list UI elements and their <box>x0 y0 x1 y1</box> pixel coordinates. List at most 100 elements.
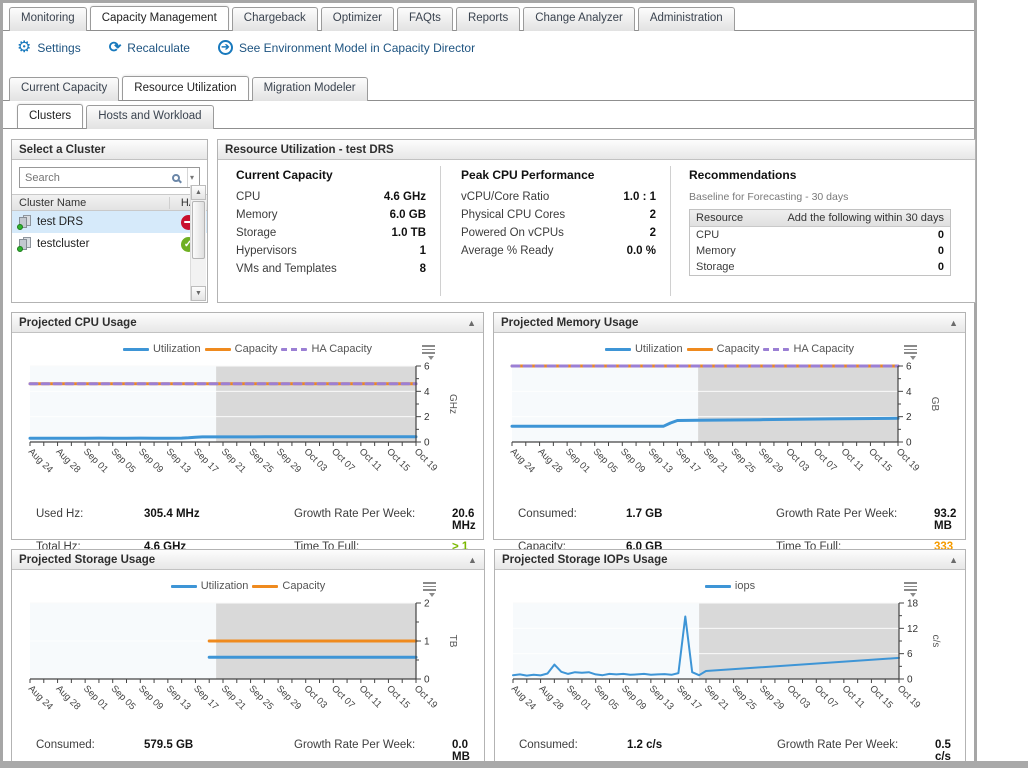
stat-label: Growth Rate Per Week: <box>294 508 452 532</box>
projected-storage-usage-panel: Projected Storage Usage▲ UtilizationCapa… <box>11 549 485 767</box>
chart-canvas: 0246GHzAug 24Aug 28Sep 01Sep 05Sep 09Sep… <box>16 358 482 504</box>
stat-label: Consumed: <box>519 739 627 763</box>
chart-options-icon[interactable] <box>904 582 917 597</box>
svg-text:Oct 11: Oct 11 <box>840 683 867 710</box>
chart-options-icon[interactable] <box>423 582 436 597</box>
legend-swatch <box>763 348 789 351</box>
stat-value: 579.5 GB <box>144 739 294 763</box>
scroll-down-button[interactable]: ▼ <box>191 286 206 301</box>
capacity-subtab-bar: Current Capacity Resource Utilization Mi… <box>3 73 974 101</box>
tab-administration[interactable]: Administration <box>638 7 735 31</box>
stat-value: 20.6 MHz <box>452 508 483 532</box>
recalculate-button[interactable]: ⟳ Recalculate <box>109 41 190 55</box>
tab-clusters[interactable]: Clusters <box>17 104 83 128</box>
svg-text:Aug 24: Aug 24 <box>508 446 537 475</box>
legend-label: iops <box>735 580 755 592</box>
stat-label: Consumed: <box>518 508 626 532</box>
svg-text:Sep 09: Sep 09 <box>136 683 165 712</box>
resource-utilization-panel: Resource Utilization - test DRS Current … <box>217 139 976 303</box>
svg-text:Oct 19: Oct 19 <box>412 683 440 711</box>
collapse-icon[interactable]: ▲ <box>467 318 476 328</box>
chart-options-icon[interactable] <box>422 345 435 360</box>
cluster-icon <box>17 215 32 230</box>
svg-text:Oct 11: Oct 11 <box>357 446 384 473</box>
search-input[interactable] <box>20 172 172 184</box>
svg-text:Oct 15: Oct 15 <box>384 683 412 711</box>
tab-hosts-and-workload[interactable]: Hosts and Workload <box>86 105 213 129</box>
tab-migration-modeler[interactable]: Migration Modeler <box>252 77 368 101</box>
legend-label: Capacity <box>717 343 760 355</box>
tab-resource-utilization[interactable]: Resource Utilization <box>122 76 248 100</box>
legend-label: Utilization <box>635 343 683 355</box>
svg-text:Sep 25: Sep 25 <box>246 446 275 475</box>
svg-text:Sep 13: Sep 13 <box>647 683 676 712</box>
svg-text:Oct 03: Oct 03 <box>784 446 812 474</box>
scrollbar-thumb[interactable] <box>192 201 205 259</box>
svg-text:2: 2 <box>424 599 430 610</box>
legend-item: iops <box>705 580 755 592</box>
svg-text:Sep 25: Sep 25 <box>246 683 275 712</box>
collapse-icon[interactable]: ▲ <box>949 555 958 565</box>
cluster-row-test-drs[interactable]: test DRS <box>12 211 207 233</box>
stat-value: 305.4 MHz <box>144 508 294 532</box>
legend-label: HA Capacity <box>311 343 372 355</box>
svg-text:Oct 03: Oct 03 <box>302 683 330 711</box>
svg-text:Sep 29: Sep 29 <box>757 683 786 712</box>
tab-optimizer[interactable]: Optimizer <box>321 7 394 31</box>
tab-reports[interactable]: Reports <box>456 7 520 31</box>
svg-text:0: 0 <box>424 675 430 686</box>
svg-text:Sep 17: Sep 17 <box>191 446 220 475</box>
legend-item: Capacity <box>252 580 325 592</box>
svg-text:Sep 01: Sep 01 <box>564 683 593 712</box>
environment-model-label: See Environment Model in Capacity Direct… <box>239 41 475 55</box>
chart-options-icon[interactable] <box>904 345 917 360</box>
app-window: Monitoring Capacity Management Chargebac… <box>0 0 977 761</box>
svg-text:Oct 03: Oct 03 <box>302 446 330 474</box>
svg-text:Sep 13: Sep 13 <box>646 446 675 475</box>
summary-row: Select a Cluster ▾ Cluster Name HA <box>11 139 966 303</box>
svg-text:Aug 28: Aug 28 <box>535 446 564 475</box>
search-icon <box>172 174 180 182</box>
collapse-icon[interactable]: ▲ <box>468 555 477 565</box>
chart-row-2: Projected Storage Usage▲ UtilizationCapa… <box>11 549 966 767</box>
scroll-up-button[interactable]: ▲ <box>191 185 206 200</box>
refresh-icon: ⟳ <box>109 41 122 55</box>
chart-legend: UtilizationCapacityHA Capacity <box>12 342 483 356</box>
svg-text:Sep 09: Sep 09 <box>619 683 648 712</box>
svg-text:Oct 11: Oct 11 <box>357 683 384 710</box>
select-cluster-panel: Select a Cluster ▾ Cluster Name HA <box>11 139 208 303</box>
select-cluster-header: Select a Cluster <box>12 140 207 160</box>
svg-text:Oct 03: Oct 03 <box>785 683 813 711</box>
current-capacity-section: Current Capacity CPU4.6 GHz Memory6.0 GB… <box>228 166 440 296</box>
recommendations-section: Recommendations Baseline for Forecasting… <box>670 166 965 296</box>
svg-text:Sep 13: Sep 13 <box>164 446 193 475</box>
environment-model-link[interactable]: ➔ See Environment Model in Capacity Dire… <box>218 40 475 55</box>
svg-text:Oct 19: Oct 19 <box>412 446 440 474</box>
legend-swatch <box>252 585 278 588</box>
svg-text:0: 0 <box>424 438 430 449</box>
tab-change-analyzer[interactable]: Change Analyzer <box>523 7 635 31</box>
tab-capacity-management[interactable]: Capacity Management <box>90 6 229 30</box>
tab-faqts[interactable]: FAQts <box>397 7 453 31</box>
collapse-icon[interactable]: ▲ <box>949 318 958 328</box>
chart-legend: iops <box>495 579 965 593</box>
svg-text:Sep 29: Sep 29 <box>756 446 785 475</box>
peak-cpu-section: Peak CPU Performance vCPU/Core Ratio1.0 … <box>440 166 670 296</box>
rec-col-resource: Resource <box>696 212 743 224</box>
stat-label: Growth Rate Per Week: <box>294 739 452 763</box>
svg-text:Sep 29: Sep 29 <box>274 683 303 712</box>
svg-text:Sep 21: Sep 21 <box>702 683 731 712</box>
svg-text:Oct 07: Oct 07 <box>812 683 840 711</box>
tab-chargeback[interactable]: Chargeback <box>232 7 318 31</box>
tab-current-capacity[interactable]: Current Capacity <box>9 77 119 101</box>
chart-canvas: 012TBAug 24Aug 28Sep 01Sep 05Sep 09Sep 1… <box>16 595 482 735</box>
rec-col-add: Add the following within 30 days <box>787 212 944 224</box>
legend-item: HA Capacity <box>763 343 854 355</box>
recommendations-table: Resource Add the following within 30 day… <box>689 209 951 276</box>
settings-button[interactable]: ⚙ Settings <box>17 41 81 55</box>
peak-cpu-heading: Peak CPU Performance <box>461 168 656 182</box>
legend-item: Utilization <box>605 343 683 355</box>
cluster-row-testcluster[interactable]: testcluster <box>12 233 207 255</box>
cluster-list-scrollbar[interactable]: ▲ ▼ <box>190 185 206 301</box>
tab-monitoring[interactable]: Monitoring <box>9 7 87 31</box>
